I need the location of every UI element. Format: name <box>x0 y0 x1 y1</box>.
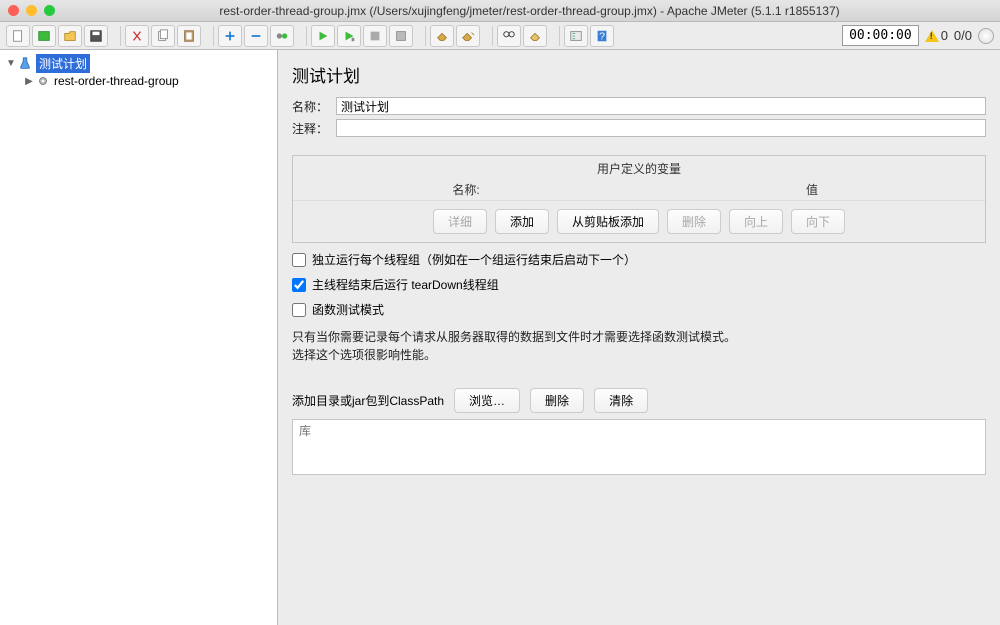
warning-indicator[interactable]: 0 <box>925 28 948 43</box>
expand-button[interactable] <box>218 25 242 47</box>
thread-count: 0/0 <box>954 28 972 43</box>
new-file-button[interactable] <box>6 25 30 47</box>
add-button[interactable]: 添加 <box>495 209 549 234</box>
functional-mode-checkbox[interactable] <box>292 303 306 317</box>
run-status-icon <box>978 28 994 44</box>
classpath-list[interactable]: 库 <box>292 419 986 475</box>
window-controls <box>8 5 55 16</box>
minimize-window-button[interactable] <box>26 5 37 16</box>
comment-input[interactable] <box>336 119 986 137</box>
stop-button[interactable] <box>363 25 387 47</box>
titlebar: rest-order-thread-group.jmx (/Users/xuji… <box>0 0 1000 22</box>
vars-title: 用户定义的变量 <box>293 156 985 179</box>
clear-all-button[interactable] <box>456 25 480 47</box>
clear-button[interactable] <box>430 25 454 47</box>
function-helper-button[interactable] <box>564 25 588 47</box>
classpath-lib-header: 库 <box>293 420 985 441</box>
teardown-checkbox-row[interactable]: 主线程结束后运行 tearDown线程组 <box>292 276 986 293</box>
tree-expand-icon[interactable]: ▼ <box>6 58 16 69</box>
vars-table-header: 名称: 值 <box>293 179 985 200</box>
detail-button[interactable]: 详细 <box>433 209 487 234</box>
tree-node-label: rest-order-thread-group <box>54 74 179 88</box>
cp-delete-button[interactable]: 删除 <box>530 388 584 413</box>
window-title: rest-order-thread-group.jmx (/Users/xuji… <box>67 4 992 18</box>
add-from-clipboard-button[interactable]: 从剪贴板添加 <box>557 209 659 234</box>
main-split: ▼ 测试计划 ▶ rest-order-thread-group 测试计划 名称… <box>0 50 1000 625</box>
toggle-button[interactable] <box>270 25 294 47</box>
svg-text:?: ? <box>599 30 605 42</box>
cp-clear-button[interactable]: 清除 <box>594 388 648 413</box>
shutdown-button[interactable] <box>389 25 413 47</box>
reset-search-button[interactable] <box>523 25 547 47</box>
collapse-button[interactable] <box>244 25 268 47</box>
checkbox-label: 函数测试模式 <box>312 301 384 318</box>
tree-node-thread-group[interactable]: ▶ rest-order-thread-group <box>0 72 277 90</box>
comment-label: 注释： <box>292 120 336 137</box>
copy-button[interactable] <box>151 25 175 47</box>
tree-node-label: 测试计划 <box>36 54 90 73</box>
functional-mode-note: 只有当你需要记录每个请求从服务器取得的数据到文件时才需要选择函数测试模式。 选择… <box>292 328 986 364</box>
warning-icon <box>925 30 939 42</box>
start-button[interactable] <box>311 25 335 47</box>
test-plan-tree[interactable]: ▼ 测试计划 ▶ rest-order-thread-group <box>0 50 278 625</box>
independent-threads-checkbox-row[interactable]: 独立运行每个线程组（例如在一个组运行结束后启动下一个） <box>292 251 986 268</box>
gear-icon <box>36 74 50 88</box>
teardown-checkbox[interactable] <box>292 278 306 292</box>
templates-button[interactable] <box>32 25 56 47</box>
paste-button[interactable] <box>177 25 201 47</box>
beaker-icon <box>18 56 32 70</box>
delete-button[interactable]: 删除 <box>667 209 721 234</box>
classpath-section: 添加目录或jar包到ClassPath 浏览… 删除 清除 库 <box>292 388 986 475</box>
move-up-button[interactable]: 向上 <box>729 209 783 234</box>
start-no-timers-button[interactable] <box>337 25 361 47</box>
page-title: 测试计划 <box>292 62 986 87</box>
functional-mode-checkbox-row[interactable]: 函数测试模式 <box>292 301 986 318</box>
checkbox-label: 独立运行每个线程组（例如在一个组运行结束后启动下一个） <box>312 251 636 268</box>
open-file-button[interactable] <box>58 25 82 47</box>
close-window-button[interactable] <box>8 5 19 16</box>
classpath-label: 添加目录或jar包到ClassPath <box>292 392 444 409</box>
tree-expand-icon[interactable]: ▶ <box>24 76 34 87</box>
warning-count: 0 <box>941 28 948 43</box>
toolbar: ? 00:00:00 0 0/0 <box>0 22 1000 50</box>
help-button[interactable]: ? <box>590 25 614 47</box>
save-button[interactable] <box>84 25 108 47</box>
user-vars-section: 用户定义的变量 名称: 值 详细 添加 从剪贴板添加 删除 向上 向下 <box>292 155 986 243</box>
independent-threads-checkbox[interactable] <box>292 253 306 267</box>
zoom-window-button[interactable] <box>44 5 55 16</box>
col-value: 值 <box>639 179 985 200</box>
elapsed-timer: 00:00:00 <box>842 25 919 46</box>
col-name: 名称: <box>293 179 639 200</box>
search-button[interactable] <box>497 25 521 47</box>
name-input[interactable] <box>336 97 986 115</box>
editor-panel: 测试计划 名称： 注释： 用户定义的变量 名称: 值 详细 添加 从剪贴板添加 … <box>278 50 1000 625</box>
tree-node-test-plan[interactable]: ▼ 测试计划 <box>0 54 277 72</box>
checkbox-label: 主线程结束后运行 tearDown线程组 <box>312 276 499 293</box>
move-down-button[interactable]: 向下 <box>791 209 845 234</box>
cut-button[interactable] <box>125 25 149 47</box>
name-label: 名称： <box>292 98 336 115</box>
browse-button[interactable]: 浏览… <box>454 388 520 413</box>
